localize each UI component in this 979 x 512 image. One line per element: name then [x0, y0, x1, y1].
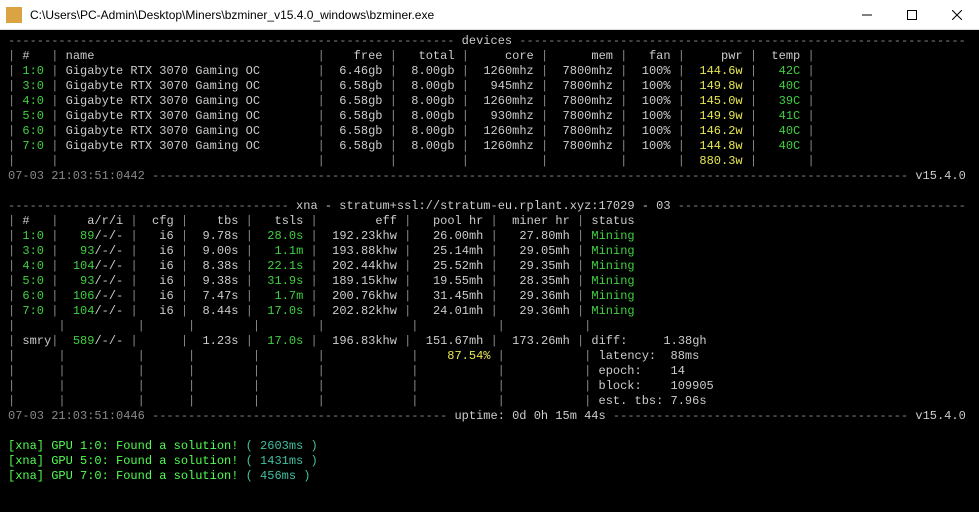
- window-titlebar: C:\Users\PC-Admin\Desktop\Miners\bzminer…: [0, 0, 979, 30]
- window-title: C:\Users\PC-Admin\Desktop\Miners\bzminer…: [28, 8, 844, 22]
- maximize-button[interactable]: [889, 0, 934, 29]
- minimize-button[interactable]: [844, 0, 889, 29]
- close-button[interactable]: [934, 0, 979, 29]
- app-icon: [6, 7, 22, 23]
- terminal-output: ----------------------------------------…: [0, 30, 979, 488]
